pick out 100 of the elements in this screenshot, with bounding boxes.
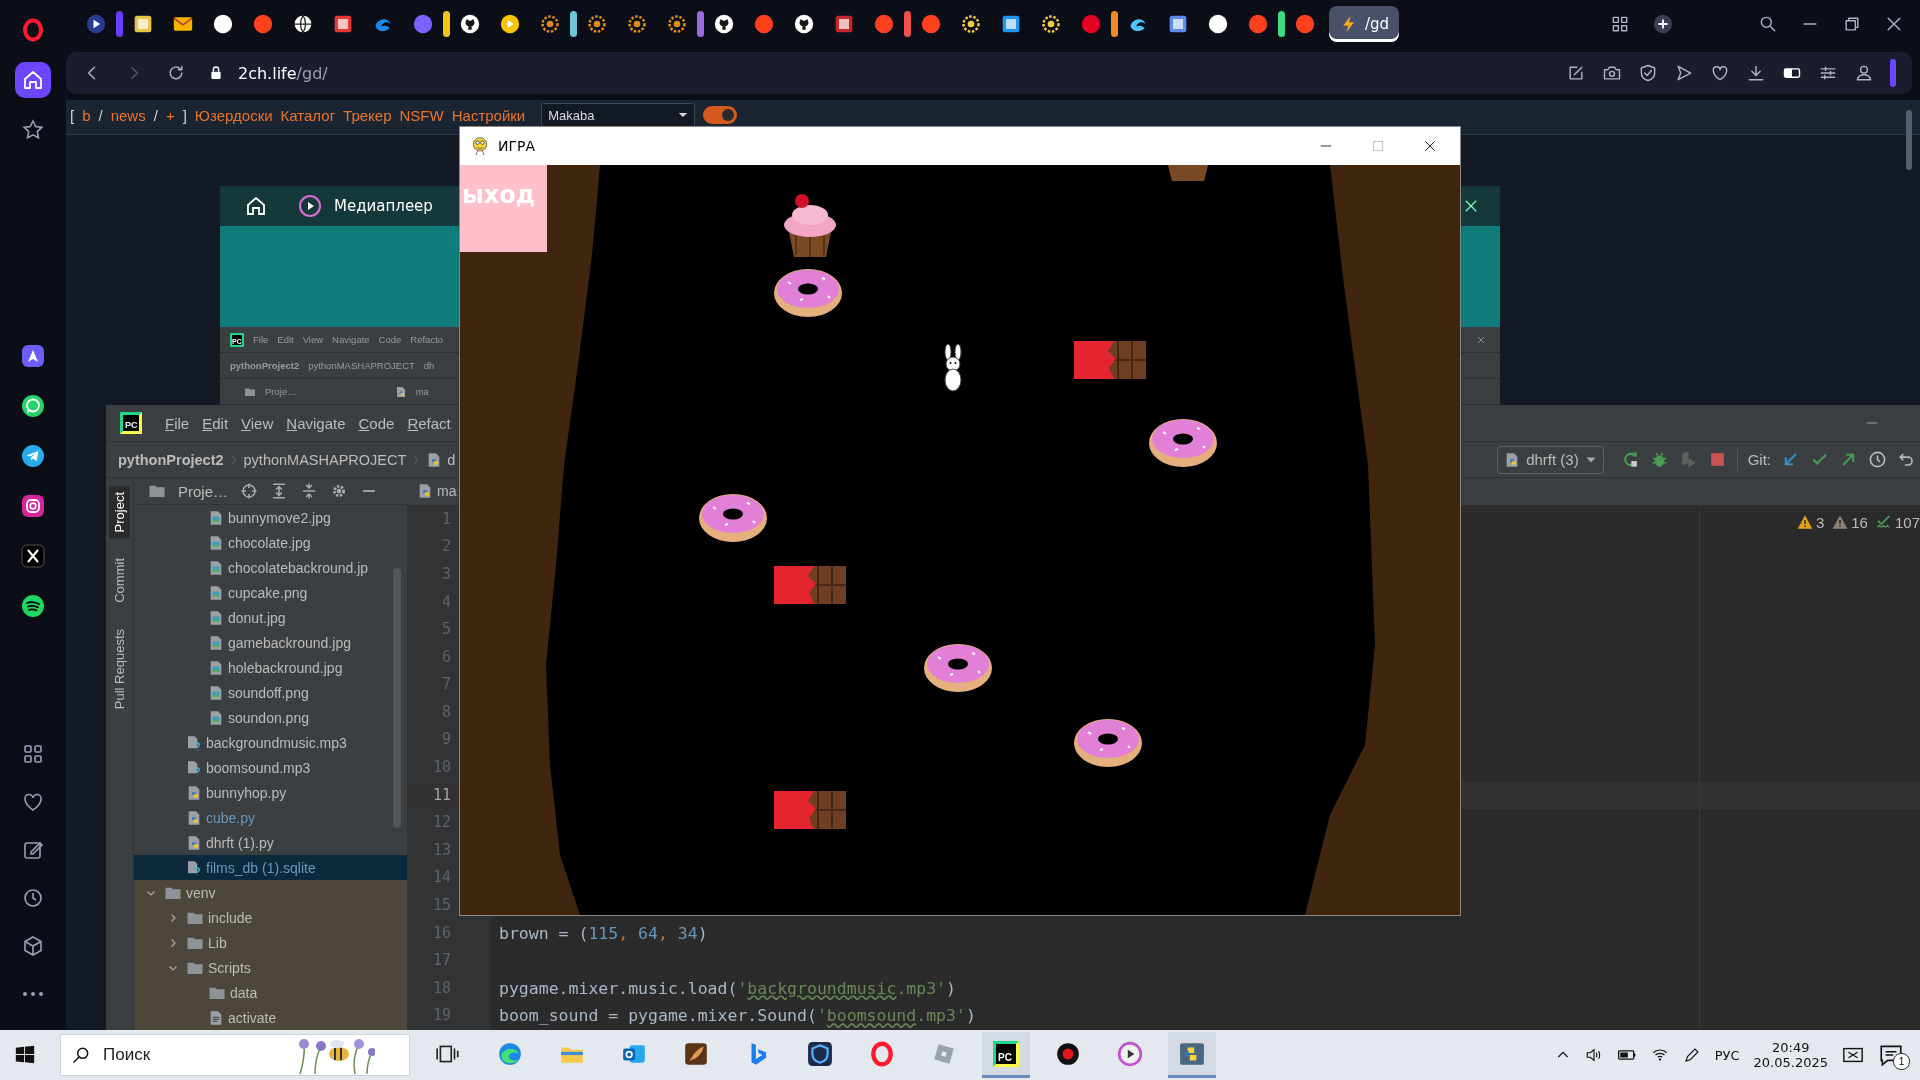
tree-item[interactable]: films_db (1).sqlite: [134, 855, 407, 880]
nav-link[interactable]: news: [110, 106, 146, 124]
tree-item[interactable]: venv: [134, 880, 407, 905]
home-icon: [21, 68, 45, 92]
style-select[interactable]: Makaba: [541, 103, 696, 127]
nav-link[interactable]: Трекер: [343, 106, 392, 124]
inspection-count[interactable]: 107: [1894, 513, 1920, 531]
heart-icon[interactable]: [1710, 63, 1730, 83]
search-bar[interactable]: Поиск: [60, 1034, 410, 1076]
restore-icon[interactable]: [1842, 14, 1862, 34]
download-icon[interactable]: [1746, 63, 1766, 83]
tree-item[interactable]: Scripts: [134, 955, 407, 980]
check-squiggle-icon: [1875, 514, 1892, 531]
url-field[interactable]: 2ch.life/gd/: [238, 63, 328, 83]
search-icon[interactable]: [1758, 14, 1778, 34]
donut-drawing: [924, 644, 992, 692]
plus-icon[interactable]: [1652, 13, 1674, 35]
tree-item[interactable]: dhrft (1).py: [134, 830, 407, 855]
notifications-button[interactable]: 1: [1878, 1040, 1908, 1070]
tree-item[interactable]: bunnyhop.py: [134, 780, 407, 805]
taskbar-app-button[interactable]: PC: [982, 1032, 1030, 1078]
tree-item[interactable]: soundon.png: [134, 705, 407, 730]
star-icon: [21, 118, 45, 142]
windows-logo-icon[interactable]: [14, 1044, 36, 1066]
python-file-icon: [394, 385, 407, 398]
tree-item[interactable]: donut.jpg: [134, 605, 407, 630]
breadcrumb[interactable]: pythonMASHAPROJECT: [243, 451, 407, 468]
pen-icon[interactable]: [1682, 1046, 1701, 1064]
wave-logo-icon: [497, 1040, 523, 1067]
edit-icon[interactable]: [1566, 63, 1586, 83]
o-logo-icon: [21, 18, 45, 42]
snake-face-icon: [470, 136, 490, 156]
side-tool-tab[interactable]: Commit: [109, 552, 130, 610]
menu-item[interactable]: File: [165, 414, 190, 432]
clock-time[interactable]: 20:49: [1772, 1040, 1810, 1055]
menu-item[interactable]: Code: [358, 414, 395, 432]
menu-item[interactable]: Edit: [202, 414, 229, 432]
speaker-icon[interactable]: [1584, 1046, 1603, 1064]
git-label: Git:: [1747, 451, 1771, 468]
tree-item[interactable]: bunnymove2.jpg: [134, 505, 407, 530]
nav-link[interactable]: NSFW: [399, 106, 444, 124]
nav-link[interactable]: Юзердоски: [194, 106, 273, 124]
profile-icon[interactable]: [1854, 63, 1874, 83]
tree-item[interactable]: include: [134, 905, 407, 930]
tree-item[interactable]: holebackround.jpg: [134, 655, 407, 680]
side-tool-tab[interactable]: Project: [109, 486, 130, 539]
tree-item[interactable]: backgroundmusic.mp3: [134, 730, 407, 755]
image-file-icon: [208, 534, 224, 551]
tree-item[interactable]: activate: [134, 1005, 407, 1030]
shield-icon[interactable]: [1638, 63, 1658, 83]
send-icon[interactable]: [1674, 63, 1694, 83]
tree-item[interactable]: cupcake.png: [134, 580, 407, 605]
breadcrumb[interactable]: pythonProject2: [118, 451, 224, 468]
image-file-icon: [208, 684, 224, 701]
panel-title[interactable]: Proje…: [178, 482, 229, 500]
tree-item[interactable]: gamebackround.jpg: [134, 630, 407, 655]
tree-item[interactable]: data: [134, 980, 407, 1005]
clock-date[interactable]: 20.05.2025: [1753, 1055, 1828, 1070]
nav-link[interactable]: +: [165, 106, 175, 124]
window-title: ИГРА: [498, 138, 536, 154]
breadcrumb[interactable]: d: [447, 451, 456, 468]
clock-icon[interactable]: [1868, 450, 1887, 469]
code-line: brown = (115, 64, 34): [498, 922, 709, 945]
language-indicator[interactable]: РУС: [1714, 1047, 1740, 1063]
tree-item[interactable]: chocolate.jpg: [134, 530, 407, 555]
caret-icon: [678, 110, 689, 120]
home-icon[interactable]: [244, 194, 268, 218]
tree-item[interactable]: chocolatebackround.jp: [134, 555, 407, 580]
donut-drawing: [1074, 719, 1142, 767]
side-tool-tab[interactable]: Pull Requests: [109, 623, 130, 716]
browser-tab[interactable]: /gd: [1329, 6, 1400, 42]
menu-item[interactable]: View: [241, 414, 274, 432]
sidebar-toggle-bar[interactable]: [1890, 59, 1896, 87]
search-field[interactable]: Поиск: [101, 1044, 285, 1066]
grid-icon: [21, 742, 45, 766]
camera-icon[interactable]: [1602, 63, 1622, 83]
ide-logo: PC: [120, 412, 142, 434]
nav-link[interactable]: Каталог: [280, 106, 336, 124]
tree-item[interactable]: boomsound.mp3: [134, 755, 407, 780]
nav-link[interactable]: Настройки: [451, 106, 526, 124]
tree-item[interactable]: Lib: [134, 930, 407, 955]
unknown-file-icon: [186, 759, 202, 776]
cupcake-drawing: [784, 194, 836, 258]
close-icon[interactable]: [1422, 138, 1438, 154]
sidebar-button[interactable]: [15, 62, 51, 98]
grid-icon[interactable]: [1610, 14, 1630, 34]
inspection-count[interactable]: 16: [1851, 513, 1868, 531]
inspection-count[interactable]: 3: [1815, 513, 1825, 531]
toggle-switch[interactable]: [703, 106, 738, 124]
tree-item[interactable]: cube.py: [134, 805, 407, 830]
tree-item[interactable]: soundoff.png: [134, 680, 407, 705]
bug-icon[interactable]: [1649, 450, 1669, 469]
warning-icon: [1796, 514, 1813, 531]
nav-link[interactable]: b: [82, 106, 91, 124]
menu-item[interactable]: Refact: [407, 414, 451, 432]
more-icon: [21, 991, 45, 997]
python-file-icon: [186, 809, 202, 826]
run-config-dropdown[interactable]: dhrft (3): [1497, 445, 1604, 474]
locate-icon[interactable]: [240, 482, 259, 500]
menu-item[interactable]: Navigate: [286, 414, 346, 432]
